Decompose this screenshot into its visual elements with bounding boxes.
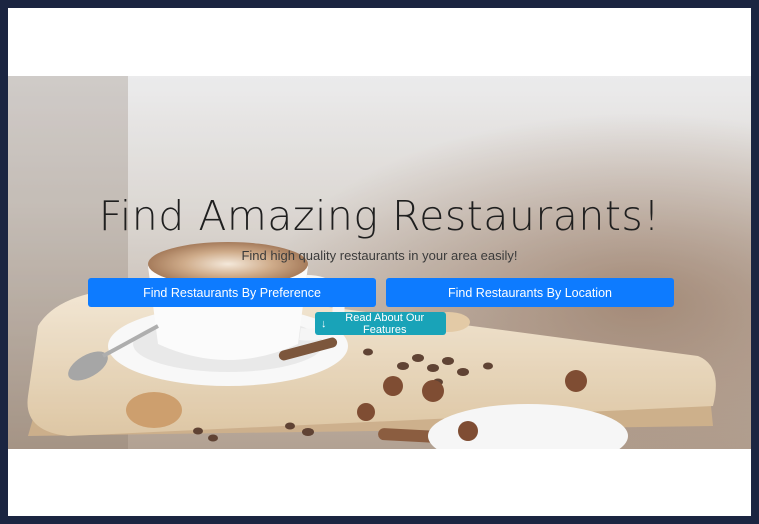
- hero-title: Find Amazing Restaurants!: [98, 192, 661, 240]
- read-features-label: Read About Our Features: [345, 311, 425, 336]
- find-by-location-button[interactable]: Find Restaurants By Location: [386, 278, 674, 307]
- page: Find Amazing Restaurants! Find high qual…: [8, 8, 751, 516]
- find-by-preference-button[interactable]: Find Restaurants By Preference: [88, 278, 376, 307]
- hero-subtitle: Find high quality restaurants in your ar…: [241, 248, 518, 263]
- hero-section: Find Amazing Restaurants! Find high qual…: [8, 76, 751, 449]
- arrow-down-icon: ↓: [321, 317, 327, 330]
- read-features-button[interactable]: ↓ Read About Our Features: [315, 311, 446, 336]
